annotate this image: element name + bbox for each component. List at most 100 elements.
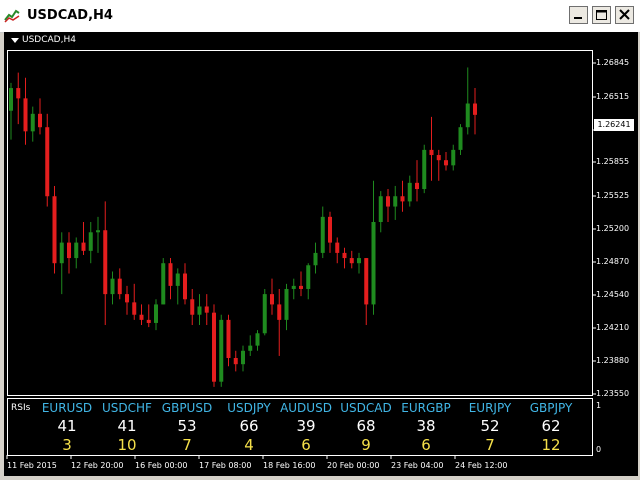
candles-group (9, 67, 477, 387)
rsi-symbol: USDCHF (102, 401, 152, 415)
price-label: 1.25200 (596, 224, 630, 233)
rsi-symbol: GBPJPY (529, 401, 573, 415)
candle-body (371, 222, 376, 305)
candle-body (248, 345, 253, 351)
candle-body (415, 182, 419, 190)
rsi-symbol: AUDUSD (280, 401, 332, 415)
candle-body (291, 285, 296, 289)
candle-body (407, 182, 412, 202)
candle-body (458, 127, 463, 150)
indicator-scale-bottom: 0 (596, 445, 602, 454)
rsi-count: 10 (117, 436, 137, 454)
candle-body (270, 294, 274, 305)
chart-menu-arrow-icon[interactable] (11, 38, 19, 43)
candle-body (328, 216, 332, 243)
candle-body (306, 265, 311, 289)
candle-body (436, 155, 441, 161)
candle-body (386, 196, 390, 207)
candle-body (364, 258, 369, 305)
candle-body (103, 230, 108, 295)
indicator-scale-top: 1 (596, 401, 602, 410)
candle-body (125, 294, 129, 303)
time-label: 24 Feb 12:00 (455, 461, 508, 470)
candle-body (204, 306, 209, 313)
rsi-symbol: EURGBP (401, 401, 451, 415)
rsi-symbol: EURJPY (468, 401, 512, 415)
candle-body (81, 242, 86, 251)
price-label: 1.25855 (596, 157, 630, 166)
candle-body (154, 304, 158, 323)
candle-body (168, 263, 173, 286)
candle-body (299, 285, 303, 289)
price-label: 1.24870 (596, 257, 630, 266)
candle-body (139, 314, 144, 320)
rsi-value: 68 (356, 417, 376, 435)
candle-body (96, 230, 100, 233)
candle-body (451, 149, 456, 166)
candle-body (473, 103, 477, 115)
candle-body (190, 299, 195, 315)
rsi-count: 7 (485, 436, 495, 454)
rsi-count: 6 (301, 436, 311, 454)
candle-body (277, 304, 282, 320)
time-label: 17 Feb 08:00 (199, 461, 252, 470)
rsi-count: 9 (361, 436, 371, 454)
candle-body (30, 113, 35, 132)
candle-body (255, 333, 260, 346)
indicator-title: RSIs (11, 403, 31, 413)
rsi-value: 41 (57, 417, 77, 435)
candle-body (197, 306, 202, 315)
candle-body (74, 242, 79, 259)
candle-body (313, 252, 318, 266)
candle-body (16, 88, 21, 99)
candle-body (241, 350, 245, 365)
price-label: 1.26845 (596, 58, 630, 67)
candle-body (67, 242, 71, 259)
candle-body (233, 358, 238, 365)
time-label: 16 Feb 00:00 (135, 461, 188, 470)
candle-body (183, 273, 187, 300)
time-label: 12 Feb 20:00 (71, 461, 124, 470)
chart-legend: USDCAD,H4 (22, 35, 76, 45)
rsi-value: 38 (416, 417, 436, 435)
candle-body (444, 160, 448, 166)
candle-body (38, 113, 42, 128)
candle-body (378, 196, 383, 222)
candle-body (422, 149, 427, 190)
candle-body (59, 242, 64, 264)
candle-body (45, 127, 50, 197)
candle-body (335, 242, 340, 253)
price-label: 1.24210 (596, 323, 630, 332)
candle-body (132, 302, 137, 315)
rsi-value: 52 (480, 417, 500, 435)
candle-body (357, 258, 361, 264)
time-label: 18 Feb 16:00 (263, 461, 316, 470)
rsi-value: 62 (541, 417, 561, 435)
current-price-label: 1.26241 (594, 119, 634, 131)
candle-body (219, 319, 224, 382)
rsi-count: 12 (541, 436, 561, 454)
rsi-value: 41 (117, 417, 137, 435)
candle-body (465, 103, 470, 128)
candle-body (175, 273, 180, 286)
price-label: 1.23880 (596, 356, 630, 365)
candle-body (400, 196, 405, 202)
candle-body (393, 196, 398, 207)
candle-body (342, 252, 347, 259)
candle-body (88, 232, 93, 251)
rsi-value: 53 (177, 417, 197, 435)
time-label: 23 Feb 04:00 (391, 461, 444, 470)
candle-body (117, 278, 122, 295)
candle-body (212, 312, 216, 382)
candle-body (262, 294, 267, 334)
price-label: 1.24540 (596, 290, 630, 299)
time-label: 11 Feb 2015 (7, 461, 57, 470)
candle-body (284, 288, 289, 320)
rsi-symbol: USDJPY (227, 401, 271, 415)
candle-body (349, 258, 354, 264)
rsi-value: 39 (296, 417, 316, 435)
candle-body (429, 149, 434, 156)
price-label: 1.23550 (596, 389, 630, 398)
candle-body (110, 278, 115, 295)
price-label: 1.25525 (596, 191, 630, 200)
